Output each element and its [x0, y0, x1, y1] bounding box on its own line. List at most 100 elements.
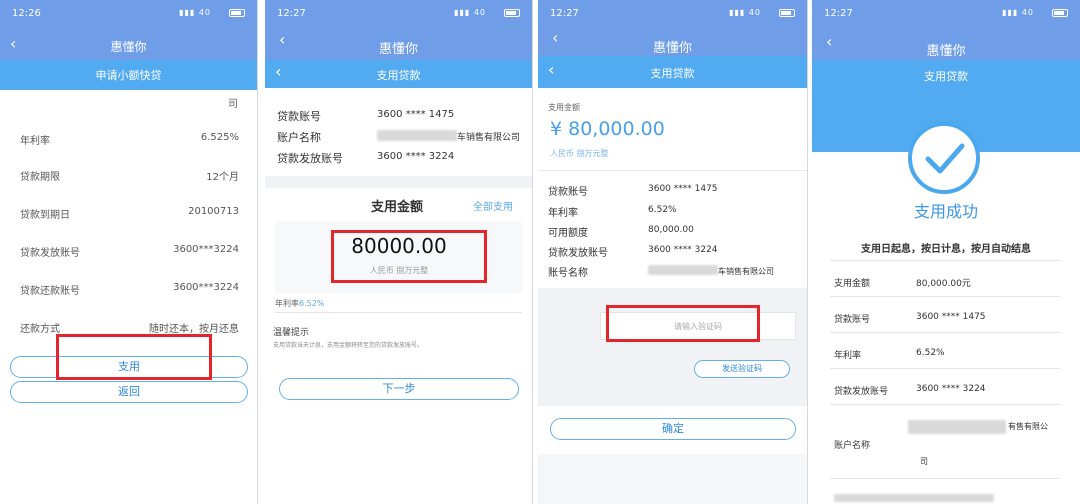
row-value: 20100713 — [188, 206, 239, 217]
info-label: 账户名称 — [277, 131, 321, 144]
divider — [830, 296, 1060, 297]
battery-icon — [229, 9, 245, 17]
divider — [830, 478, 1060, 479]
row-value: 随时还本，按月还息 — [149, 324, 239, 335]
success-text: 支用成功 — [913, 202, 978, 221]
signal-icon: ▮▮▮ 40 — [454, 8, 486, 17]
info-label: 贷款账号 — [277, 110, 321, 123]
divider — [830, 368, 1060, 369]
row-value: 12个月 — [206, 172, 239, 183]
row-value: 80,000.00元 — [916, 279, 971, 289]
account-value: 司 — [920, 457, 928, 466]
success-check-icon — [908, 122, 980, 194]
row-label: 年利率 — [834, 351, 862, 361]
rate-label: 年利率6.52% — [275, 299, 325, 308]
status-time: 12:26 — [12, 8, 41, 19]
status-time: 12:27 — [550, 8, 579, 19]
row-value: 3600***3224 — [173, 244, 239, 255]
amount-label: 支用金额 — [548, 103, 580, 112]
phone-screen-4: 12:27 ▮▮▮ 40 ‹ 惠懂你 支用贷款 支用成功 支用日起息，按日计息，… — [812, 0, 1080, 504]
subtitle: 支用贷款 — [924, 70, 968, 83]
redacted-name — [648, 265, 718, 275]
page-title: 惠懂你 — [378, 42, 418, 57]
subtitle: 支用贷款 — [376, 69, 421, 82]
subtitle: 申请小额快贷 — [95, 69, 162, 82]
status-bar: 12:26 ▮▮▮ 40 — [0, 0, 257, 26]
row-value: 80,000.00 — [648, 225, 694, 235]
row-value: 6.52% — [648, 205, 677, 215]
status-bar: 12:27 ▮▮▮ 40 — [538, 0, 807, 26]
bottom-area — [538, 454, 807, 504]
row-label: 账户名称 — [834, 441, 871, 451]
row-value: 3600***3224 — [173, 282, 239, 293]
battery-icon — [1052, 9, 1068, 17]
row-label: 贷款期限 — [20, 172, 60, 183]
subtitle: 支用贷款 — [650, 67, 695, 80]
row-value: 3600 **** 1475 — [648, 184, 718, 194]
row-label: 账号名称 — [548, 268, 588, 279]
row-label: 贷款账号 — [834, 315, 871, 325]
divider — [830, 260, 1060, 261]
signal-icon: ▮▮▮ 40 — [1002, 8, 1034, 17]
row-label: 贷款账号 — [548, 187, 588, 198]
info-label: 贷款发放账号 — [277, 152, 343, 165]
row-label: 年利率 — [548, 208, 578, 219]
company-tail-text: 司 — [228, 99, 238, 110]
row-value: 3600 **** 3224 — [916, 384, 986, 394]
highlight-box — [56, 334, 212, 380]
row-label: 可用额度 — [548, 228, 588, 239]
row-value: 3600 **** 3224 — [648, 245, 718, 255]
page-title: 惠懂你 — [652, 41, 692, 56]
return-button[interactable]: 返回 — [10, 381, 248, 403]
redacted-name — [377, 130, 457, 141]
row-label: 贷款发放账号 — [834, 387, 889, 397]
row-label: 贷款发放账号 — [20, 248, 80, 259]
tip-title: 温馨提示 — [273, 328, 310, 338]
use-all-link[interactable]: 全部支用 — [473, 198, 513, 213]
divider — [275, 312, 522, 313]
row-value: 车销售有限公司 — [718, 267, 774, 276]
row-value: 6.525% — [200, 132, 239, 143]
confirm-button[interactable]: 确定 — [550, 418, 796, 440]
send-code-button[interactable]: 发送验证码 — [694, 360, 790, 378]
account-value: 有售有限公 — [1008, 422, 1048, 431]
status-time: 12:27 — [277, 8, 306, 19]
info-value: 3600 **** 3224 — [377, 151, 455, 162]
divider — [830, 404, 1060, 405]
highlight-box — [331, 230, 487, 283]
phone-screen-2: 12:27 ▮▮▮ 40 ‹ 惠懂你 ‹ 支用贷款 贷款账号 3600 ****… — [265, 0, 533, 504]
battery-icon — [504, 9, 520, 17]
page-title: 惠懂你 — [110, 40, 147, 54]
row-value: 3600 **** 1475 — [916, 312, 986, 322]
amount-value: ¥ 80,000.00 — [550, 118, 665, 140]
row-label: 贷款到期日 — [20, 210, 70, 221]
divider — [538, 170, 807, 171]
battery-icon — [779, 9, 795, 17]
redacted-name — [908, 420, 1006, 434]
phone-screen-3: 12:27 ▮▮▮ 40 ‹ 惠懂你 ‹ 支用贷款 支用金额 ¥ 80,000.… — [538, 0, 808, 504]
interest-info: 支用日起息，按日计息，按月自动结息 — [861, 244, 1031, 255]
divider — [265, 176, 532, 188]
status-time: 12:27 — [824, 8, 853, 19]
row-value: 6.52% — [916, 348, 945, 358]
phone-screen-1: 12:26 ▮▮▮ 40 ‹ 惠懂你 申请小额快贷 司 年利率 6.525% 贷… — [0, 0, 258, 504]
tip-text: 支用贷款当天计息，支用金额将转至您的贷款发放账号。 — [273, 342, 424, 349]
amount-title: 支用金额 — [371, 200, 424, 215]
page-title: 惠懂你 — [926, 44, 966, 59]
signal-icon: ▮▮▮ 40 — [729, 8, 761, 17]
cut-off-row — [834, 494, 994, 502]
status-bar: 12:27 ▮▮▮ 40 — [265, 0, 532, 26]
next-button[interactable]: 下一步 — [279, 378, 519, 400]
row-label: 贷款还款账号 — [20, 286, 80, 297]
row-label: 年利率 — [20, 136, 50, 147]
highlight-box — [606, 305, 760, 342]
row-label: 还款方式 — [20, 324, 60, 335]
divider — [830, 332, 1060, 333]
row-label: 贷款发放账号 — [548, 248, 608, 259]
amount-in-words: 人民币 捌万元整 — [550, 149, 609, 158]
row-label: 支用金额 — [834, 279, 871, 289]
signal-icon: ▮▮▮ 40 — [179, 8, 211, 17]
info-value: 车销售有限公司 — [457, 133, 521, 143]
info-value: 3600 **** 1475 — [377, 109, 455, 120]
status-bar: 12:27 ▮▮▮ 40 — [812, 0, 1080, 26]
